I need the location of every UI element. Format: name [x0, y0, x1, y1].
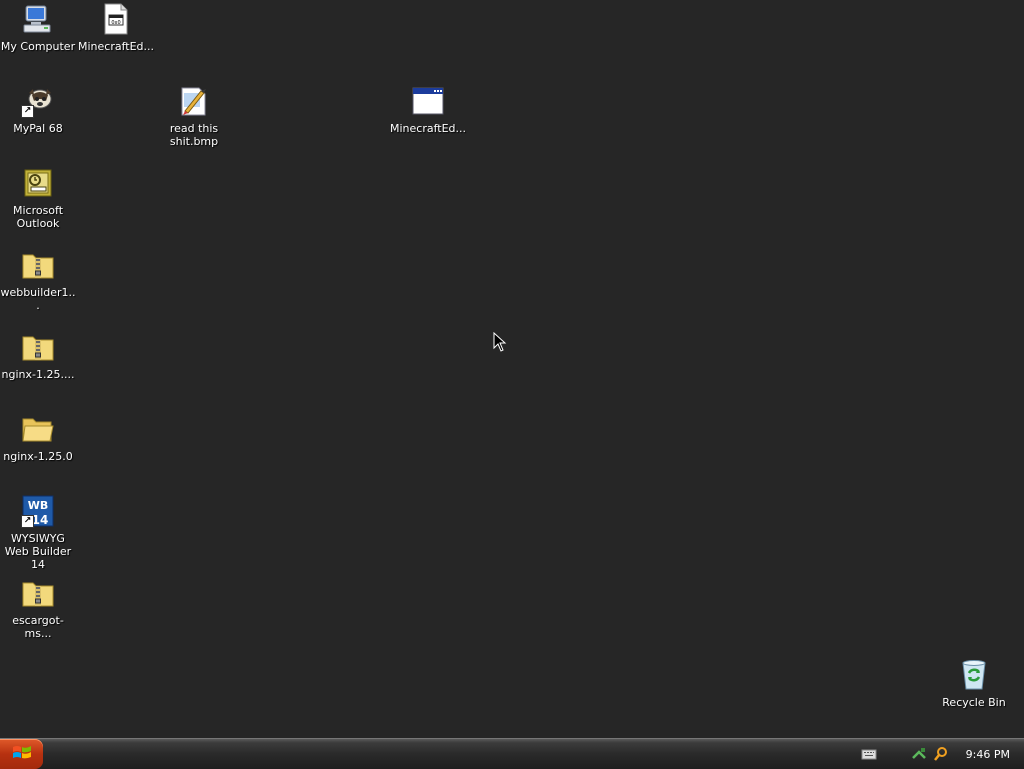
shortcut-arrow-icon: ↗ — [21, 105, 34, 118]
recycle-bin-icon — [957, 658, 991, 692]
network-icon[interactable] — [911, 746, 927, 762]
desktop-icon-label: nginx-1.25.0 — [3, 450, 73, 463]
desktop-icon-label: MinecraftEd... — [78, 40, 155, 53]
outlook-icon — [21, 166, 55, 200]
desktop-icon-label: nginx-1.25.... — [1, 368, 75, 381]
desktop-icon-label: MinecraftEd... — [390, 122, 467, 135]
zip-folder-icon — [21, 576, 55, 610]
desktop-icon-minecraft-app[interactable]: MinecraftEd... — [390, 84, 466, 135]
desktop-icon-nginx-folder[interactable]: nginx-1.25.0 — [0, 412, 76, 463]
shortcut-arrow-icon: ↗ — [21, 515, 34, 528]
desktop-icon-label: My Computer — [0, 40, 76, 53]
desktop-icon-minecraft-doc[interactable]: 0x0 MinecraftEd... — [78, 2, 154, 53]
desktop-icon-mypal[interactable]: ↗ MyPal 68 — [0, 84, 76, 135]
zip-folder-icon — [21, 330, 55, 364]
webbuilder-icon: WB 14 ↗ — [21, 494, 55, 528]
desktop-icon-webbuilder-zip[interactable]: webbuilder1... — [0, 248, 76, 312]
desktop-icon-label: MyPal 68 — [13, 122, 63, 135]
desktop-icon-label: WYSIWYG Web Builder 14 — [4, 532, 72, 571]
bitmap-paint-icon — [177, 84, 211, 118]
desktop-icon-label: read this shit.bmp — [169, 122, 219, 148]
my-computer-icon — [21, 2, 55, 36]
windows-logo-icon — [12, 744, 32, 765]
desktop-icon-label: webbuilder1... — [0, 286, 76, 312]
mouse-cursor-icon — [493, 331, 507, 355]
desktop-icon-nginx-zip[interactable]: nginx-1.25.... — [0, 330, 76, 381]
desktop-icon-read-bmp[interactable]: read this shit.bmp — [156, 84, 232, 148]
desktop: My Computer 0x0 MinecraftEd... ↗ MyPal 6… — [0, 0, 1024, 738]
document-window-icon: 0x0 — [99, 2, 133, 36]
folder-icon — [21, 412, 55, 446]
mypal-browser-icon: ↗ — [21, 84, 55, 118]
desktop-icon-label: Microsoft Outlook — [12, 204, 64, 230]
desktop-icon-webbuilder[interactable]: WB 14 ↗ WYSIWYG Web Builder 14 — [0, 494, 76, 571]
system-tray: 9:46 PM — [858, 739, 1024, 769]
clock[interactable]: 9:46 PM — [966, 748, 1010, 761]
desktop-icon-label: escargot-ms... — [12, 614, 64, 640]
zip-folder-icon — [21, 248, 55, 282]
taskbar: 9:46 PM — [0, 738, 1024, 769]
desktop-icon-label: Recycle Bin — [942, 696, 1006, 709]
desktop-icon-escargot-zip[interactable]: escargot-ms... — [0, 576, 76, 640]
desktop-icon-recycle-bin[interactable]: Recycle Bin — [936, 658, 1012, 709]
keyboard-icon[interactable] — [861, 746, 877, 762]
svg-text:14: 14 — [32, 513, 49, 527]
svg-text:0x0: 0x0 — [111, 20, 120, 26]
svg-text:WB: WB — [28, 499, 49, 512]
start-button[interactable] — [0, 739, 43, 769]
desktop-icon-my-computer[interactable]: My Computer — [0, 2, 76, 53]
search-icon[interactable] — [933, 746, 949, 762]
application-window-icon — [411, 84, 445, 118]
desktop-icon-outlook[interactable]: Microsoft Outlook — [0, 166, 76, 230]
